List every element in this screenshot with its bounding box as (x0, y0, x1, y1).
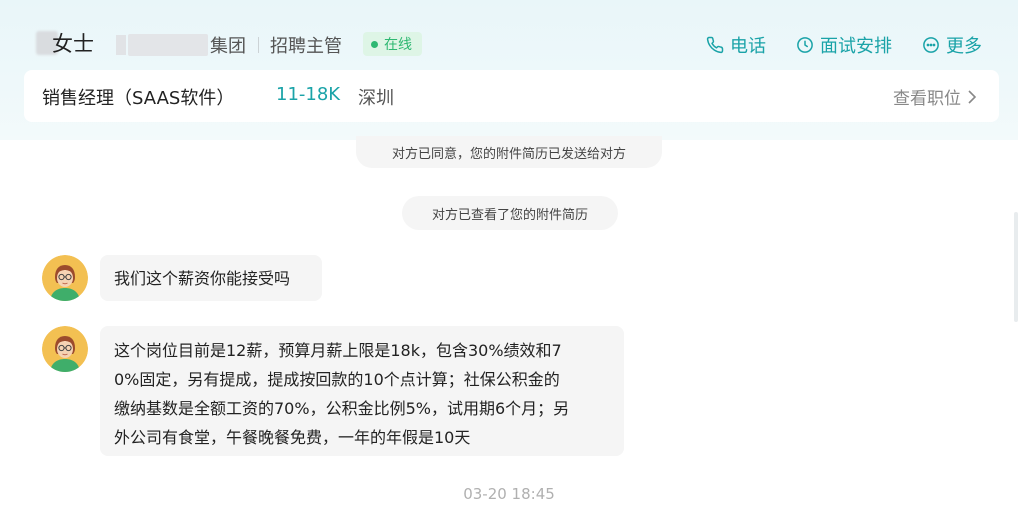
phone-button[interactable]: 电话 (706, 32, 766, 58)
message-bubble: 这个岗位目前是12薪，预算月薪上限是18k，包含30%绩效和7 0%固定，另有提… (100, 326, 624, 456)
phone-icon (706, 36, 724, 54)
avatar-image (42, 326, 88, 372)
company-name: 集团 (210, 36, 246, 57)
redacted-company-name (128, 34, 208, 56)
phone-label: 电话 (730, 36, 766, 57)
more-label: 更多 (946, 36, 982, 57)
more-button[interactable]: 更多 (922, 32, 982, 58)
contact-row: 女士 集团 招聘主管 在线 电话 面试安排 更多 (0, 22, 1018, 66)
view-position-link[interactable]: 查看职位 (893, 84, 977, 109)
message-text: 我们这个薪资你能接受吗 (114, 268, 291, 288)
job-city: 深圳 (358, 88, 394, 109)
recruiter-avatar[interactable] (42, 255, 88, 301)
message-line: 缴纳基数是全额工资的70%，公积金比例5%，试用期6个月；另 (114, 399, 570, 418)
header-divider (258, 37, 259, 53)
contact-role: 招聘主管 (270, 36, 342, 57)
interview-schedule-label: 面试安排 (820, 36, 892, 57)
avatar-image (42, 255, 88, 301)
online-dot-icon (371, 40, 378, 48)
status-label: 在线 (384, 37, 412, 53)
message-timestamp: 03-20 18:45 (463, 485, 555, 503)
system-message: 对方已查看了您的附件简历 (402, 196, 618, 230)
redacted-company-part (116, 35, 126, 55)
job-card: 销售经理（SAAS软件） 11-18K 深圳 查看职位 (24, 70, 999, 122)
chevron-right-icon (968, 89, 977, 104)
online-status-badge: 在线 (363, 32, 422, 56)
view-position-label: 查看职位 (893, 89, 961, 109)
interview-schedule-button[interactable]: 面试安排 (796, 32, 892, 58)
clock-icon (797, 37, 813, 53)
chat-scrollbar[interactable] (1014, 212, 1018, 322)
job-salary: 11-18K (276, 84, 341, 105)
recruiter-avatar[interactable] (42, 326, 88, 372)
chat-header: 女士 集团 招聘主管 在线 电话 面试安排 更多 销售经理（SAAS软件） 11… (0, 0, 1018, 140)
more-icon (923, 37, 939, 53)
contact-name: 女士 (52, 32, 94, 56)
job-title: 销售经理（SAAS软件） (42, 88, 235, 109)
message-line: 外公司有食堂，午餐晚餐免费，一年的年假是10天 (114, 428, 471, 447)
message-line: 0%固定，另有提成，提成按回款的10个点计算；社保公积金的 (114, 370, 560, 389)
system-message: 对方已同意，您的附件简历已发送给对方 (356, 136, 662, 168)
message-bubble: 我们这个薪资你能接受吗 (100, 255, 322, 301)
message-line: 这个岗位目前是12薪，预算月薪上限是18k，包含30%绩效和7 (114, 341, 562, 360)
header-actions: 电话 面试安排 更多 (676, 32, 982, 58)
